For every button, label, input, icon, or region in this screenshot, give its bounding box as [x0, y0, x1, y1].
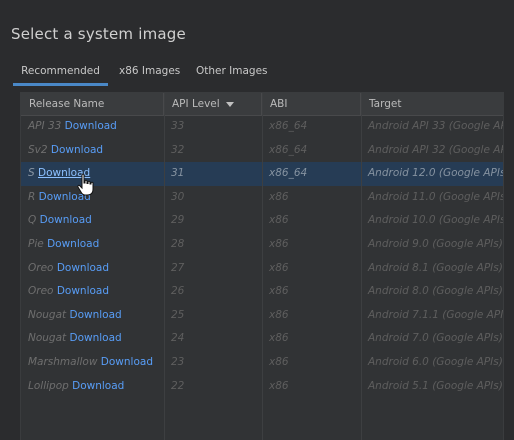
tab-other-images[interactable]: Other Images	[196, 58, 268, 86]
download-link[interactable]: Download	[70, 309, 122, 321]
target-cell: Android 5.1 (Google APIs)	[368, 379, 503, 392]
release-name: Oreo	[28, 285, 54, 298]
release-name-cell: Oreo Download	[21, 257, 164, 281]
api-level-cell: 28	[171, 238, 185, 250]
tab-bar: Recommended x86 Images Other Images	[0, 58, 514, 88]
target-cell: Android 8.1 (Google APIs)	[368, 261, 503, 274]
release-name: Lollipop	[28, 379, 69, 392]
target-cell: Android 9.0 (Google APIs)	[368, 238, 503, 250]
download-link[interactable]: Download	[72, 380, 124, 392]
api-level-cell: 31	[171, 167, 185, 180]
tab-x86-images[interactable]: x86 Images	[119, 58, 180, 86]
release-name: Sv2	[28, 143, 48, 156]
api-level-cell: 32	[171, 143, 185, 156]
abi-cell: x86	[269, 238, 289, 250]
release-name: Nougat	[28, 308, 67, 321]
download-link[interactable]: Download	[40, 214, 92, 226]
download-link[interactable]: Download	[101, 356, 153, 368]
abi-cell: x86_64	[269, 120, 308, 132]
release-name-cell: Q Download	[21, 209, 164, 233]
column-divider	[164, 93, 165, 440]
abi-cell: x86	[269, 190, 289, 203]
abi-cell: x86	[269, 332, 289, 345]
download-link[interactable]: Download	[57, 285, 109, 297]
column-header-release-name[interactable]: Release Name	[21, 93, 164, 115]
column-header-abi[interactable]: ABI	[262, 93, 361, 115]
api-level-cell: 30	[171, 190, 185, 203]
sort-descending-icon	[225, 101, 234, 107]
column-divider	[361, 93, 362, 440]
release-name: R	[28, 190, 36, 203]
api-level-cell: 23	[171, 356, 185, 368]
dialog-title: Select a system image	[11, 25, 186, 43]
abi-cell: x86	[269, 356, 289, 368]
target-cell: Android 6.0 (Google APIs)	[368, 356, 503, 368]
target-cell: Android 7.1.1 (Google APIs)	[368, 308, 503, 321]
abi-cell: x86	[269, 308, 289, 321]
target-cell: Android 10.0 (Google APIs)	[368, 214, 503, 227]
download-link[interactable]: Download	[70, 332, 122, 344]
column-header-api-level[interactable]: API Level	[164, 93, 262, 115]
release-name-cell: Lollipop Download	[21, 375, 164, 399]
api-level-cell: 24	[171, 332, 185, 345]
abi-cell: x86	[269, 214, 289, 227]
release-name: Marshmallow	[28, 356, 98, 368]
abi-cell: x86	[269, 261, 289, 274]
column-header-target[interactable]: Target	[361, 93, 503, 115]
download-link[interactable]: Download	[57, 262, 109, 274]
api-level-cell: 25	[171, 308, 185, 321]
release-name-cell: Pie Download	[21, 233, 164, 257]
abi-cell: x86	[269, 379, 289, 392]
api-level-cell: 22	[171, 379, 185, 392]
release-name-cell: Nougat Download	[21, 304, 164, 328]
column-header-api-level-label: API Level	[172, 98, 220, 110]
api-level-cell: 26	[171, 285, 185, 298]
api-level-cell: 27	[171, 261, 185, 274]
release-name: Q	[28, 214, 37, 227]
release-name: Pie	[28, 238, 44, 250]
target-cell: Android 12.0 (Google APIs)	[368, 167, 503, 180]
release-name: API 33	[28, 120, 62, 132]
hand-cursor-icon	[77, 173, 94, 196]
release-name: S	[28, 167, 35, 180]
target-cell: Android API 32 (Google APIs)	[368, 143, 503, 156]
download-link[interactable]: Download	[65, 120, 117, 132]
download-link[interactable]: Download	[47, 238, 99, 250]
abi-cell: x86	[269, 285, 289, 298]
abi-cell: x86_64	[269, 167, 308, 180]
target-cell: Android 8.0 (Google APIs)	[368, 285, 503, 298]
api-level-cell: 29	[171, 214, 185, 227]
column-divider	[262, 93, 263, 440]
release-name-cell: Nougat Download	[21, 327, 164, 351]
abi-cell: x86_64	[269, 143, 308, 156]
release-name: Nougat	[28, 332, 67, 345]
target-cell: Android 11.0 (Google APIs)	[368, 190, 503, 203]
system-image-table: Release Name API Level ABI Target API 33…	[20, 92, 504, 440]
target-cell: Android 7.0 (Google APIs)	[368, 332, 503, 345]
release-name-cell: Sv2 Download	[21, 139, 164, 163]
release-name: Oreo	[28, 261, 54, 274]
release-name-cell: API 33 Download	[21, 115, 164, 139]
release-name-cell: Marshmallow Download	[21, 351, 164, 375]
target-cell: Android API 33 (Google APIs)	[368, 120, 503, 132]
release-name-cell: Oreo Download	[21, 280, 164, 304]
api-level-cell: 33	[171, 120, 185, 132]
download-link[interactable]: Download	[51, 144, 103, 156]
tab-recommended[interactable]: Recommended	[13, 58, 108, 86]
